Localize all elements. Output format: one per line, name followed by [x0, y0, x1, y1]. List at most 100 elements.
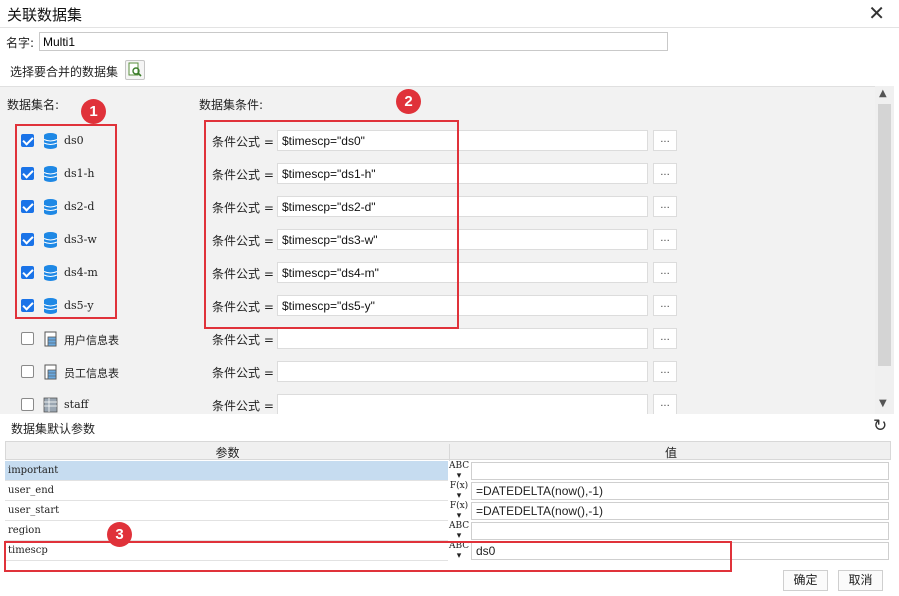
scroll-up-icon[interactable]: ▲	[879, 88, 887, 99]
param-value-input[interactable]: =DATEDELTA(now(),-1)	[471, 482, 889, 500]
condition-input[interactable]: $timescp="ds5-y"	[277, 295, 648, 316]
param-value-input[interactable]: =DATEDELTA(now(),-1)	[471, 502, 889, 520]
annotation-badge-1: 1	[81, 99, 106, 124]
dataset-condition-header: 数据集条件:	[199, 98, 264, 112]
condition-input[interactable]: $timescp="ds3-w"	[277, 229, 648, 250]
dataset-name: ds4-m	[64, 266, 98, 279]
param-name: user_start	[5, 501, 448, 521]
condition-label: 条件公式 =	[212, 300, 274, 314]
condition-editor-button[interactable]: ...	[653, 394, 677, 414]
database-icon	[43, 166, 58, 182]
condition-editor-button[interactable]: ...	[653, 196, 677, 217]
condition-input[interactable]	[277, 361, 648, 382]
select-dataset-button[interactable]	[125, 60, 145, 80]
param-type-selector[interactable]: ABC ▾	[449, 541, 469, 561]
dataset-row: ds0 条件公式 = $timescp="ds0"...	[0, 128, 876, 154]
condition-input[interactable]: $timescp="ds0"	[277, 130, 648, 151]
name-label: 名字:	[6, 36, 35, 50]
dataset-row: ds4-m 条件公式 = $timescp="ds4-m"...	[0, 260, 876, 286]
panel-scrollbar[interactable]: ▲ ▼	[875, 86, 894, 414]
param-row[interactable]: timescp ABC ▾ ds0	[5, 541, 891, 561]
database-icon	[43, 232, 58, 248]
dataset-checkbox[interactable]	[21, 266, 34, 279]
dataset-name: ds5-y	[64, 299, 94, 312]
param-name: region	[5, 521, 448, 541]
param-type-icon: ABC	[449, 461, 470, 471]
table-icon	[44, 364, 57, 380]
dataset-checkbox[interactable]	[21, 299, 34, 312]
dataset-checkbox[interactable]	[21, 200, 34, 213]
dataset-row: ds3-w 条件公式 = $timescp="ds3-w"...	[0, 227, 876, 253]
param-value-input[interactable]: ds0	[471, 542, 889, 560]
condition-editor-button[interactable]: ...	[653, 229, 677, 250]
database-icon	[43, 298, 58, 314]
condition-editor-button[interactable]: ...	[653, 130, 677, 151]
param-name: timescp	[5, 541, 448, 561]
name-input[interactable]	[39, 32, 668, 51]
dataset-row: ds5-y 条件公式 = $timescp="ds5-y"...	[0, 293, 876, 319]
condition-input[interactable]	[277, 328, 648, 349]
title-bar: 关联数据集 ✕	[0, 0, 899, 28]
condition-label: 条件公式 =	[212, 267, 274, 281]
database-icon	[43, 199, 58, 215]
window-title: 关联数据集	[7, 6, 83, 24]
param-row[interactable]: important ABC ▾	[5, 461, 891, 481]
dataset-row: 用户信息表 条件公式 =...	[0, 326, 876, 352]
close-icon[interactable]: ✕	[868, 2, 885, 24]
merge-label: 选择要合并的数据集	[10, 65, 119, 79]
param-row[interactable]: user_start F(x) ▾ =DATEDELTA(now(),-1)	[5, 501, 891, 521]
params-section-header: 数据集默认参数 ↻	[0, 416, 899, 440]
params-section-label: 数据集默认参数	[11, 422, 96, 436]
dataset-checkbox[interactable]	[21, 332, 34, 345]
merge-row: 选择要合并的数据集	[0, 57, 899, 83]
param-type-icon: F(x)	[449, 481, 469, 491]
database-icon	[43, 133, 58, 149]
param-type-icon: ABC	[449, 521, 470, 531]
annotation-badge-3: 3	[107, 522, 132, 547]
scroll-down-icon[interactable]: ▼	[879, 398, 887, 409]
condition-input[interactable]: $timescp="ds4-m"	[277, 262, 648, 283]
param-type-selector[interactable]: F(x) ▾	[449, 501, 469, 521]
condition-editor-button[interactable]: ...	[653, 361, 677, 382]
cancel-button[interactable]: 取消	[838, 570, 883, 591]
param-name: user_end	[5, 481, 448, 501]
dataset-name: staff	[64, 398, 89, 411]
dataset-name: ds0	[64, 134, 84, 147]
condition-editor-button[interactable]: ...	[653, 262, 677, 283]
dataset-name: 用户信息表	[64, 334, 119, 347]
condition-input[interactable]: $timescp="ds2-d"	[277, 196, 648, 217]
param-type-icon: F(x)	[449, 501, 469, 511]
param-column-header: 参数	[215, 446, 240, 460]
condition-editor-button[interactable]: ...	[653, 328, 677, 349]
condition-label: 条件公式 =	[212, 366, 274, 380]
refresh-icon[interactable]: ↻	[873, 416, 887, 436]
dataset-row: ds2-d 条件公式 = $timescp="ds2-d"...	[0, 194, 876, 220]
param-value-input[interactable]	[471, 462, 889, 480]
condition-input[interactable]	[277, 394, 648, 414]
dataset-checkbox[interactable]	[21, 167, 34, 180]
dataset-row: ds1-h 条件公式 = $timescp="ds1-h"...	[0, 161, 876, 187]
ok-button[interactable]: 确定	[783, 570, 828, 591]
condition-editor-button[interactable]: ...	[653, 163, 677, 184]
dataset-name: ds2-d	[64, 200, 95, 213]
param-type-icon: ABC	[449, 541, 470, 551]
param-value-input[interactable]	[471, 522, 889, 540]
dataset-checkbox[interactable]	[21, 398, 34, 411]
param-type-selector[interactable]: ABC ▾	[449, 521, 469, 541]
annotation-badge-2: 2	[396, 89, 421, 114]
param-row[interactable]: user_end F(x) ▾ =DATEDELTA(now(),-1)	[5, 481, 891, 501]
condition-input[interactable]: $timescp="ds1-h"	[277, 163, 648, 184]
dataset-row: 员工信息表 条件公式 =...	[0, 359, 876, 385]
name-row: 名字:	[0, 30, 899, 54]
dataset-checkbox[interactable]	[21, 365, 34, 378]
param-type-selector[interactable]: ABC ▾	[449, 461, 469, 481]
table-icon	[44, 331, 57, 347]
dataset-name: ds3-w	[64, 233, 97, 246]
param-row[interactable]: region ABC ▾	[5, 521, 891, 541]
dataset-checkbox[interactable]	[21, 233, 34, 246]
scroll-thumb[interactable]	[878, 104, 891, 366]
dataset-checkbox[interactable]	[21, 134, 34, 147]
database-icon	[43, 265, 58, 281]
condition-editor-button[interactable]: ...	[653, 295, 677, 316]
param-type-selector[interactable]: F(x) ▾	[449, 481, 469, 501]
